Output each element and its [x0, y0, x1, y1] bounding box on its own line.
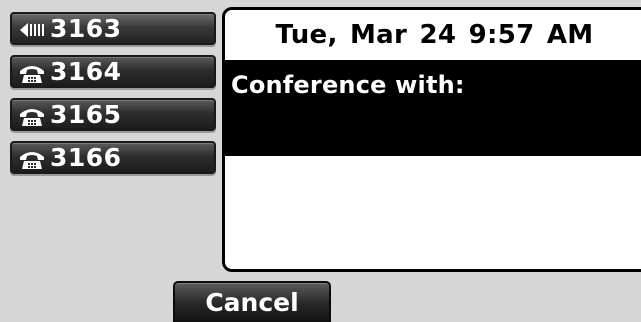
phone-screen: 3163 3164 3165 3166 Tue, Mar 24 9:57 AM … — [0, 0, 641, 322]
conference-highlight[interactable]: Conference with: — [225, 60, 641, 156]
line-key-label: 3164 — [50, 57, 122, 86]
cancel-button[interactable]: Cancel — [173, 281, 331, 322]
line-key-3165[interactable]: 3165 — [10, 98, 216, 131]
speaker-icon — [18, 18, 46, 40]
line-key-3166[interactable]: 3166 — [10, 141, 216, 174]
phone-icon — [18, 61, 46, 83]
line-key-label: 3166 — [50, 143, 122, 172]
call-panel: Tue, Mar 24 9:57 AM Conference with: — [222, 7, 641, 272]
status-datetime: Tue, Mar 24 9:57 AM — [275, 19, 594, 50]
line-key-label: 3165 — [50, 100, 122, 129]
line-key-label: 3163 — [50, 14, 122, 43]
conference-label: Conference with: — [231, 71, 465, 99]
phone-icon — [18, 147, 46, 169]
phone-icon — [18, 104, 46, 126]
line-key-3164[interactable]: 3164 — [10, 55, 216, 88]
line-key-3163[interactable]: 3163 — [10, 12, 216, 45]
